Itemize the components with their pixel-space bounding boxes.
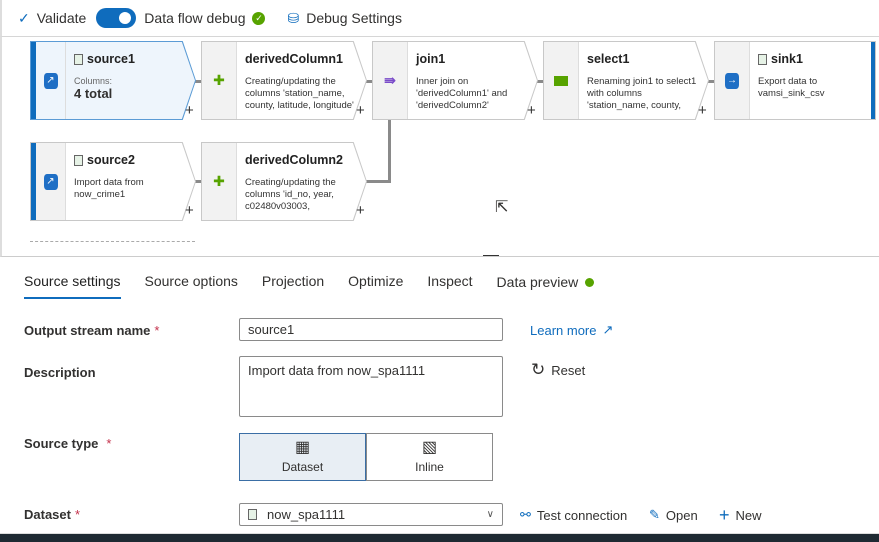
mouse-cursor: ⇱ (495, 199, 509, 216)
derived-column-icon: ✚ (213, 173, 225, 189)
node-sink1[interactable]: → sink1 Export data to vamsi_sink_csv (714, 41, 876, 120)
tab-data-preview[interactable]: Data preview (497, 266, 595, 299)
debug-status: Data flow debug ✓ (144, 10, 266, 26)
toolbar: ✓ Validate Data flow debug ✓ ⛁ Debug Settin… (0, 0, 879, 37)
node-source2[interactable]: ↗ source2 Import data from now_crime1 (30, 142, 196, 221)
node-join1[interactable]: ⇛ join1 Inner join on 'derivedColumn1' and… (372, 41, 538, 120)
validate-button[interactable]: ✓ Validate (18, 10, 86, 27)
source-type-inline[interactable]: ▧ Inline (366, 433, 493, 481)
add-transform-button[interactable]: + (185, 102, 194, 119)
node-source1[interactable]: ↗ source1 Columns: 4 total (30, 41, 196, 120)
tab-inspect[interactable]: Inspect (427, 266, 472, 299)
source-icon: ↗ (43, 173, 58, 190)
tab-source-settings[interactable]: Source settings (24, 266, 121, 299)
status-dot-icon (585, 277, 595, 287)
add-transform-button[interactable]: + (356, 102, 365, 119)
dataset-select[interactable]: now_spa1111 ∨ (239, 503, 503, 526)
dataset-icon (74, 154, 83, 166)
source-icon: ↗ (43, 72, 58, 89)
source-type-dataset[interactable]: ▦ Dataset (239, 433, 366, 481)
select-icon (554, 75, 568, 86)
tab-source-options[interactable]: Source options (145, 266, 238, 299)
tab-optimize[interactable]: Optimize (348, 266, 403, 299)
debug-settings-button[interactable]: ⛁ Debug Settings (287, 10, 401, 27)
add-transform-button[interactable]: + (698, 102, 707, 119)
reset-icon: ↻ (531, 360, 546, 379)
plug-icon: ⚯ (520, 507, 531, 522)
dataflow-canvas[interactable]: ↗ source1 Columns: 4 total + ✚ derivedColumn… (0, 37, 879, 257)
learn-more-link[interactable]: Learn more ↗ (530, 322, 613, 338)
description-textarea[interactable]: Import data from now_spa1111 (239, 356, 503, 417)
database-settings-icon: ⛁ (287, 9, 300, 26)
success-check-icon: ✓ (252, 11, 266, 25)
node-derivedColumn2[interactable]: ✚ derivedColumn2 Creating/updating the col… (201, 142, 367, 221)
node-derivedColumn1[interactable]: ✚ derivedColumn1 Creating/updating the col… (201, 41, 367, 120)
dataset-icon (758, 53, 767, 65)
debug-toggle[interactable] (96, 8, 137, 28)
description-label: Description (24, 365, 96, 380)
open-button[interactable]: ✎ Open (649, 507, 698, 523)
derived-column-icon: ✚ (213, 72, 225, 88)
test-connection-button[interactable]: ⚯ Test connection (520, 507, 627, 523)
new-button[interactable]: + New (719, 505, 762, 526)
reset-button[interactable]: ↻ Reset (531, 360, 585, 380)
add-transform-button[interactable]: + (185, 202, 194, 219)
join-icon: ⇛ (384, 72, 396, 88)
output-stream-label: Output stream name * (24, 323, 160, 338)
output-stream-input[interactable]: source1 (239, 318, 503, 341)
resize-handle[interactable] (483, 255, 499, 256)
pencil-icon: ✎ (649, 507, 660, 522)
dataset-icon (74, 53, 83, 65)
table-icon: ▦ (294, 439, 311, 456)
checkmark-icon: ✓ (18, 9, 30, 26)
chevron-down-icon: ∨ (486, 509, 494, 520)
plus-icon: + (719, 505, 730, 525)
dataset-label: Dataset * (24, 507, 81, 522)
taskbar (0, 533, 879, 542)
add-transform-button[interactable]: + (527, 102, 536, 119)
node-select1[interactable]: select1 Renaming join1 to select1 with co… (543, 41, 709, 120)
add-transform-button[interactable]: + (356, 202, 365, 219)
tab-projection[interactable]: Projection (262, 266, 324, 299)
external-link-icon: ↗ (602, 322, 614, 337)
sink-icon: → (725, 72, 739, 89)
dataset-icon (248, 509, 257, 520)
inline-hatch-icon: ▧ (421, 439, 438, 456)
new-source-placeholder[interactable] (30, 241, 195, 251)
source-type-label: Source type * (24, 436, 112, 451)
settings-tabs: Source settings Source options Projectio… (24, 266, 595, 299)
